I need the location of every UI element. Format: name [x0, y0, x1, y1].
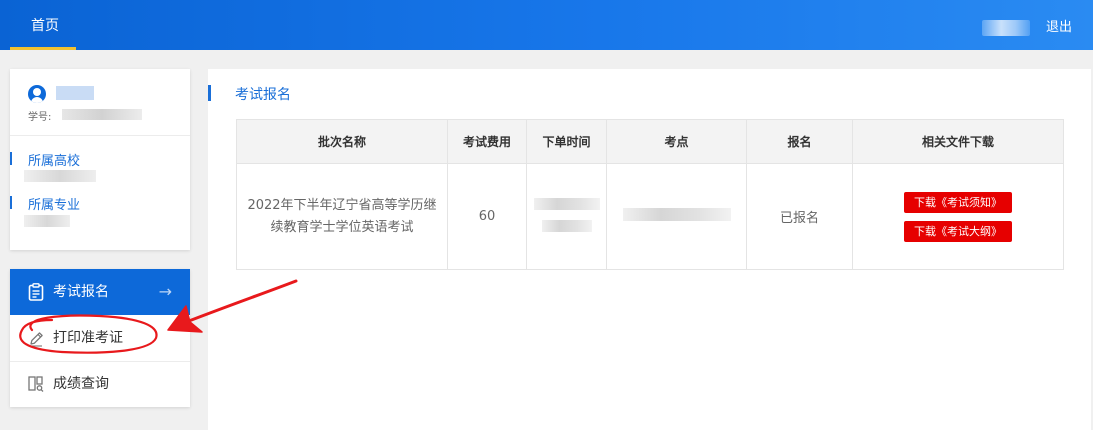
menu-item-label: 打印准考证: [53, 330, 123, 346]
student-no-label: 学号:: [28, 112, 52, 123]
menu-item-exam-registration[interactable]: 考试报名 →: [10, 269, 190, 315]
col-downloads: 相关文件下载: [852, 119, 1064, 164]
cell-exam-site: [606, 163, 747, 270]
col-exam-site: 考点: [606, 119, 747, 164]
top-bar: 首页 退出: [0, 0, 1093, 50]
major-label: 所属专业: [9, 194, 80, 213]
main-panel: 考试报名 批次名称 考试费用 下单时间 考点 报名 相关文件下载 2022年下半…: [208, 69, 1091, 430]
active-tab-indicator: [10, 47, 76, 50]
menu-item-label: 考试报名: [53, 284, 109, 300]
school-value-redacted: [24, 170, 96, 182]
menu-item-print-admission-ticket[interactable]: 打印准考证: [10, 315, 190, 361]
nav-home-tab[interactable]: 首页: [14, 0, 76, 50]
exam-site-redacted: [622, 208, 731, 221]
page-title: 考试报名: [208, 84, 291, 104]
profile-divider: [10, 135, 190, 136]
pencil-icon: [30, 332, 43, 347]
menu-item-score-query[interactable]: 成绩查询: [10, 361, 190, 407]
menu-item-label: 成绩查询: [53, 376, 109, 392]
arrow-right-icon: →: [158, 282, 172, 301]
col-order-time: 下单时间: [526, 119, 607, 164]
user-avatar-icon: [28, 85, 46, 103]
table-header-row: 批次名称 考试费用 下单时间 考点 报名 相关文件下载: [236, 119, 1064, 164]
username-redacted: [982, 20, 1030, 36]
user-name-redacted: [56, 86, 94, 100]
col-registration: 报名: [746, 119, 853, 164]
major-value-redacted: [24, 215, 70, 227]
order-time-redacted: [533, 197, 600, 210]
cell-downloads: 下载《考试须知》 下载《考试大纲》: [852, 163, 1064, 270]
cell-status: 已报名: [746, 163, 853, 270]
cell-order-time: [526, 163, 607, 270]
table-row: 2022年下半年辽宁省高等学历继续教育学士学位英语考试 60 已报名 下载《考试…: [236, 163, 1064, 270]
search-doc-icon: [28, 376, 44, 392]
student-no-redacted: [62, 109, 142, 120]
order-time-redacted: [541, 219, 592, 232]
download-exam-notice-button[interactable]: 下载《考试须知》: [904, 191, 1012, 213]
clipboard-icon: [28, 283, 44, 301]
school-label: 所属高校: [9, 150, 80, 169]
col-fee: 考试费用: [447, 119, 527, 164]
cell-fee: 60: [447, 163, 527, 270]
exam-table: 批次名称 考试费用 下单时间 考点 报名 相关文件下载 2022年下半年辽宁省高…: [236, 119, 1064, 270]
cell-batch-name: 2022年下半年辽宁省高等学历继续教育学士学位英语考试: [236, 163, 448, 270]
side-menu: 考试报名 → 打印准考证 成绩查询: [10, 269, 190, 407]
download-exam-syllabus-button[interactable]: 下载《考试大纲》: [904, 220, 1012, 242]
batch-name-text: 2022年下半年辽宁省高等学历继续教育学士学位英语考试: [247, 197, 437, 235]
profile-card: 学号: 所属高校 所属专业: [9, 69, 190, 250]
col-batch-name: 批次名称: [236, 119, 448, 164]
logout-link[interactable]: 退出: [1046, 0, 1072, 50]
